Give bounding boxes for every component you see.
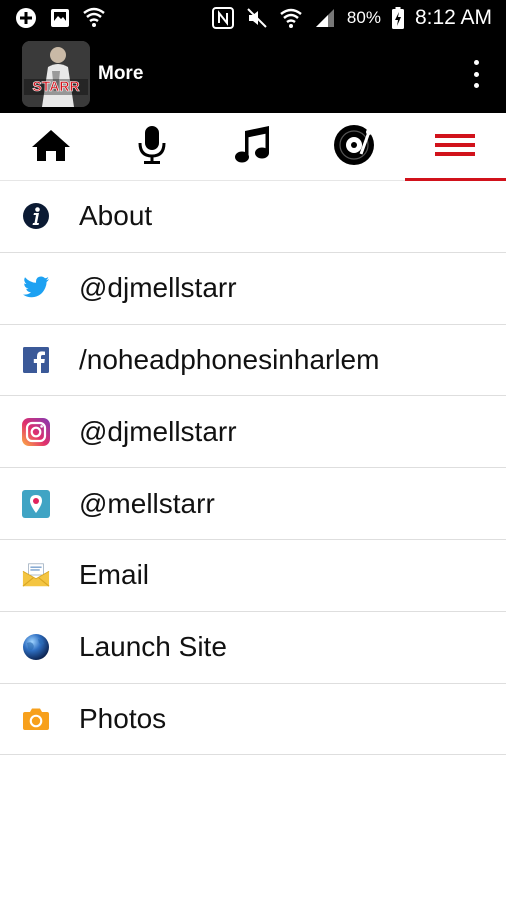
tab-home[interactable]: [0, 113, 101, 181]
globe-icon: [22, 633, 50, 661]
list-item-about[interactable]: About: [0, 181, 506, 253]
periscope-icon: [22, 489, 50, 518]
list-item-launch-site[interactable]: Launch Site: [0, 612, 506, 684]
list-item-label: Email: [79, 559, 150, 591]
overflow-dot: [473, 83, 479, 88]
list-item-label: @djmellstarr: [79, 272, 237, 304]
battery-percent: 80%: [346, 8, 381, 27]
menu-icon: [433, 131, 477, 164]
home-icon: [30, 128, 72, 167]
battery-icon: [391, 6, 405, 30]
list-item-label: About: [79, 200, 153, 232]
add-notification-icon: [14, 6, 38, 30]
twitter-icon: [22, 274, 50, 302]
vinyl-record-icon: [333, 124, 375, 171]
tab-more[interactable]: [404, 113, 506, 181]
wifi-icon: [279, 6, 303, 30]
more-menu-list: About @djmellstarr /noheadphonesinharlem…: [0, 181, 506, 756]
tab-podcasts[interactable]: [101, 113, 202, 181]
list-item-facebook[interactable]: /noheadphonesinharlem: [0, 325, 506, 397]
list-item-label: /noheadphonesinharlem: [79, 343, 380, 375]
list-item-label: @mellstarr: [79, 487, 215, 519]
list-item-email[interactable]: Email: [0, 540, 506, 612]
facebook-icon: [22, 346, 50, 374]
tab-mixes[interactable]: [304, 113, 405, 181]
image-notification-icon: [48, 6, 72, 30]
svg-text:STARR: STARR: [32, 78, 79, 94]
tab-music[interactable]: [202, 113, 303, 181]
list-item-label: @djmellstarr: [79, 415, 237, 447]
list-item-twitter[interactable]: @djmellstarr: [0, 253, 506, 325]
info-icon: [22, 202, 50, 230]
instagram-icon: [22, 417, 50, 446]
app-logo: STARR: [22, 41, 90, 107]
list-item-instagram[interactable]: @djmellstarr: [0, 396, 506, 469]
music-note-icon: [233, 125, 273, 170]
list-item-periscope[interactable]: @mellstarr: [0, 468, 506, 540]
status-bar: 80% 8:12 AM: [0, 0, 506, 36]
camera-icon: [22, 705, 50, 733]
app-title: More: [98, 63, 144, 84]
overflow-dot: [473, 60, 479, 65]
list-item-label: Launch Site: [79, 631, 227, 663]
shield-wifi-icon: [82, 6, 106, 30]
tab-bar: [0, 113, 506, 181]
clock: 8:12 AM: [414, 6, 492, 29]
mute-icon: [245, 6, 269, 30]
signal-icon: [313, 6, 337, 30]
app-bar: STARR More: [0, 36, 506, 113]
overflow-dot: [473, 71, 479, 77]
list-item-label: Photos: [79, 702, 167, 734]
list-item-photos[interactable]: Photos: [0, 684, 506, 756]
microphone-icon: [136, 125, 168, 170]
nfc-icon: [211, 6, 235, 30]
overflow-menu-button[interactable]: [468, 60, 484, 88]
email-icon: [22, 561, 50, 589]
